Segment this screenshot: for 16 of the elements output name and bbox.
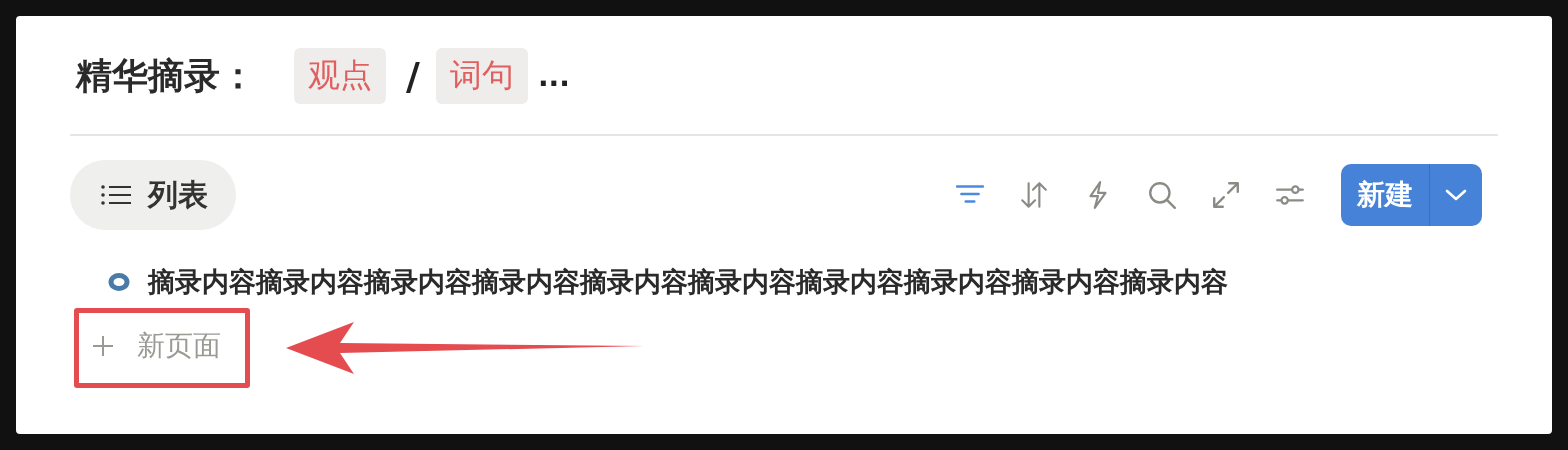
search-icon[interactable] (1147, 180, 1177, 210)
sort-icon[interactable] (1019, 180, 1049, 210)
list-icon (100, 183, 132, 207)
page-title: 精华摘录： (76, 53, 256, 98)
list-view-tab[interactable]: 列表 (70, 160, 236, 230)
tag: 观点 (294, 48, 386, 104)
dropdown-button[interactable] (1430, 164, 1482, 226)
expand-icon[interactable] (1211, 180, 1241, 210)
tag: 词句 (435, 48, 528, 104)
new-button[interactable]: 新建 (1341, 164, 1430, 226)
bullet-icon (108, 273, 130, 291)
chevron-down-icon (1445, 188, 1467, 202)
plus-icon (91, 334, 115, 358)
list-item-title[interactable]: 摘录内容摘录内容摘录内容摘录内容摘录内容摘录内容摘录内容摘录内容摘录内容摘录内容 (148, 264, 1228, 300)
separator-slash: / (406, 54, 420, 98)
ellipsis: ... (537, 59, 570, 93)
